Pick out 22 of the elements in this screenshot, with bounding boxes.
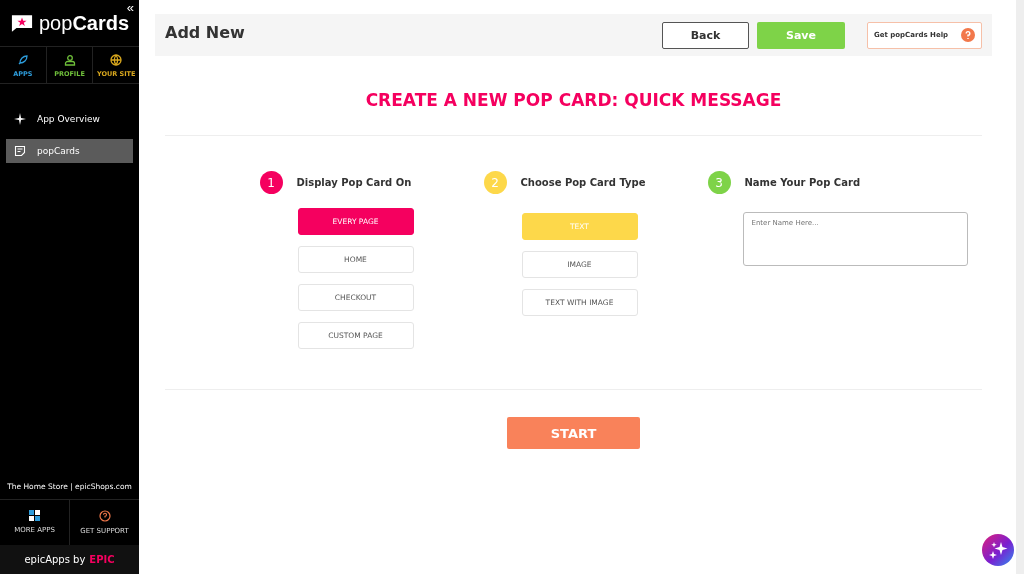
sparkle-icon	[14, 113, 26, 125]
step-title: Choose Pop Card Type	[520, 177, 646, 188]
speech-bubble-star-icon	[11, 13, 33, 33]
sidebar-item[interactable]: App Overview	[6, 107, 133, 131]
grid-icon	[29, 510, 40, 521]
note-icon	[14, 145, 26, 157]
step-title: Display Pop Card On	[296, 177, 412, 188]
footer-text: epicApps by	[24, 554, 86, 565]
step-title: Name Your Pop Card	[744, 177, 861, 188]
sidebar-item[interactable]: popCards	[6, 139, 133, 163]
help-icon	[961, 28, 975, 42]
assistant-button[interactable]	[982, 534, 1014, 566]
page-heading: CREATE A NEW POP CARD: QUICK MESSAGE	[364, 90, 783, 110]
step-number: 3	[707, 171, 731, 194]
help-icon	[98, 510, 111, 522]
step-number: 1	[259, 171, 283, 194]
page-title: Add New	[165, 23, 245, 42]
globe-icon	[110, 54, 123, 66]
brand-logo: EPIC	[89, 554, 115, 565]
person-icon	[63, 54, 76, 66]
back-button[interactable]: Back	[662, 21, 749, 49]
step-number: 2	[483, 171, 507, 194]
